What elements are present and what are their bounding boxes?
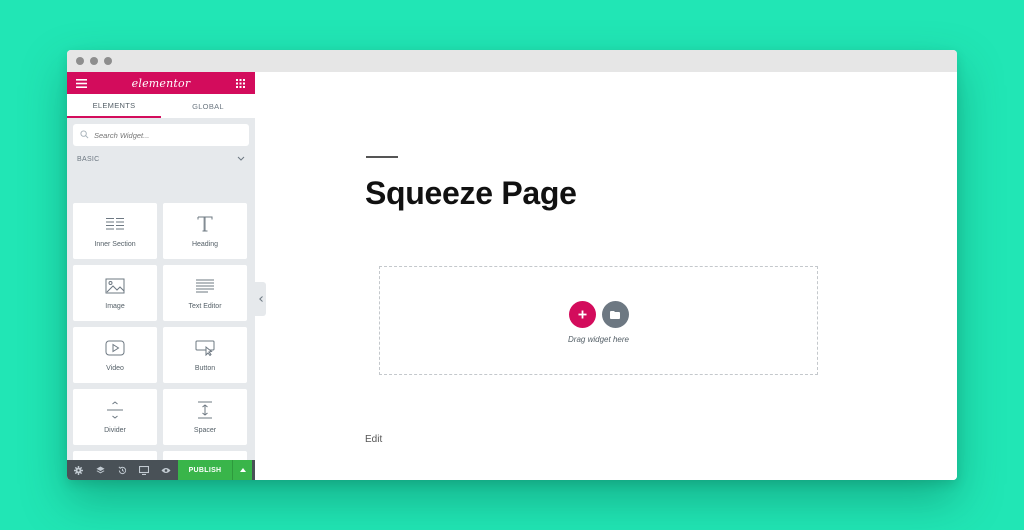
widget-video[interactable]: Video [73,327,157,383]
settings-gear-icon[interactable] [67,460,89,480]
widget-label: Inner Section [94,241,136,248]
history-icon[interactable] [111,460,133,480]
widget-inner-section[interactable]: Inner Section [73,203,157,259]
panel-tabs: ELEMENTS GLOBAL [67,94,255,118]
widget-label: Text Editor [188,303,222,310]
preview-eye-icon[interactable] [155,460,177,480]
chevron-left-icon [258,296,263,302]
widget-button[interactable]: Button [163,327,247,383]
panel-collapse-toggle[interactable] [255,282,266,316]
widget-label: Divider [104,427,126,434]
chevron-down-icon [237,156,245,163]
browser-window: elementor ELEMENTS GLOBAL Search Widget.… [67,50,957,480]
panel-footer: PUBLISH [67,460,255,480]
widget-label: Image [105,303,125,310]
widget-heading[interactable]: Heading [163,203,247,259]
button-icon [194,338,216,358]
navigator-layers-icon[interactable] [89,460,111,480]
dropzone-hint: Drag widget here [568,335,629,344]
window-close-dot[interactable] [76,57,84,65]
window-minimize-dot[interactable] [90,57,98,65]
caret-up-icon [239,468,246,472]
panel-header: elementor [67,72,255,94]
window-titlebar [67,50,957,72]
window-maximize-dot[interactable] [104,57,112,65]
widget-dropzone[interactable]: Drag widget here [379,266,818,375]
widget-label: Video [106,365,124,372]
plus-icon [578,310,586,319]
widget-image[interactable]: Image [73,265,157,321]
add-template-button[interactable] [601,301,629,328]
publish-options-button[interactable] [232,460,252,480]
search-box [73,124,249,146]
folder-icon [610,310,620,319]
widget-spacer[interactable]: Spacer [163,389,247,445]
widget-label: Button [194,365,216,372]
category-label: BASIC [77,156,100,163]
elementor-panel: elementor ELEMENTS GLOBAL Search Widget.… [67,72,255,480]
widget-divider[interactable]: Divider [73,389,157,445]
search-container [67,118,255,146]
publish-button[interactable]: PUBLISH [178,460,232,480]
basic-category-toggle[interactable]: BASIC [67,146,255,163]
elementor-logo: elementor [131,76,191,90]
spacer-icon [194,400,216,420]
title-decoration-rule [366,156,398,158]
widget-text-editor[interactable]: Text Editor [163,265,247,321]
page-title: Squeeze Page [365,175,577,211]
hamburger-menu-icon[interactable] [75,77,87,89]
widget-label: Heading [191,241,219,248]
dropzone-actions [568,301,629,328]
divider-icon [104,400,126,420]
image-icon [104,276,126,296]
responsive-desktop-icon[interactable] [133,460,155,480]
inner-section-icon [104,214,126,234]
editor-app: elementor ELEMENTS GLOBAL Search Widget.… [67,72,957,480]
search-widget-input[interactable] [94,130,234,140]
search-icon [80,126,89,144]
add-section-button[interactable] [568,301,596,328]
page-canvas: Squeeze Page Drag widget here Edit [255,72,957,480]
text-editor-icon [194,276,216,296]
widget-label: Spacer [193,427,217,434]
widget-grid: Inner Section Heading Image Text Editor … [73,203,248,480]
heading-icon [194,214,216,234]
tab-elements[interactable]: ELEMENTS [67,94,161,118]
apps-grid-icon[interactable] [235,77,247,89]
tab-global[interactable]: GLOBAL [161,94,255,118]
edit-link[interactable]: Edit [365,434,382,445]
video-icon [104,338,126,358]
